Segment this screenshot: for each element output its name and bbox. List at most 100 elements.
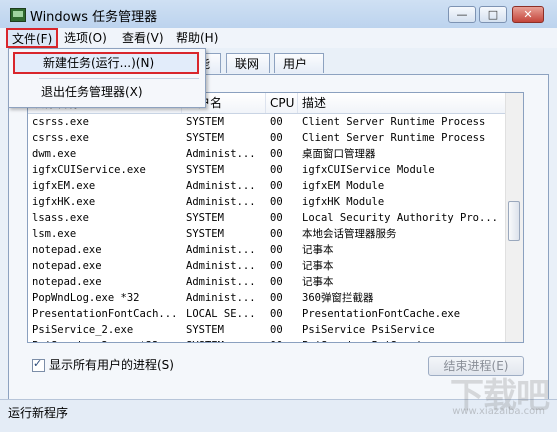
table-row[interactable]: igfxHK.exe Administ... 00 igfxHK Module xyxy=(28,194,506,210)
table-row[interactable]: dwm.exe Administ... 00 桌面窗口管理器 xyxy=(28,146,506,162)
menu-item-new-task[interactable]: 新建任务(运行...)(N) xyxy=(13,52,199,74)
cell-user-name: SYSTEM xyxy=(186,228,224,240)
cell-image-name: PresentationFontCach... xyxy=(32,308,178,320)
cell-cpu: 00 xyxy=(270,292,283,304)
menu-file[interactable]: 文件(F) xyxy=(6,28,59,48)
show-all-users-checkbox[interactable] xyxy=(32,357,45,372)
cell-description: 桌面窗口管理器 xyxy=(302,148,376,160)
cell-image-name: csrss.exe xyxy=(32,116,89,128)
cell-image-name: PsiService_2.exe *32 xyxy=(28,338,178,342)
cell-user-name: Administ... xyxy=(186,276,256,288)
cell-cpu: 00 xyxy=(270,148,283,160)
cell-image-name: notepad.exe xyxy=(32,260,102,272)
cell-user-name: SYSTEM xyxy=(186,164,224,176)
menu-bar: 文件(F) 选项(O) 查看(V) 帮助(H) xyxy=(0,28,557,48)
cell-image-name: lsass.exe xyxy=(32,212,89,224)
watermark-url: www.xiazaiba.com xyxy=(452,406,545,417)
close-button[interactable]: ✕ xyxy=(512,6,544,23)
cell-image-name: csrss.exe xyxy=(32,132,89,144)
cell-user-name: Administ... xyxy=(186,180,256,192)
table-row[interactable]: lsass.exe SYSTEM 00 Local Security Authorit… xyxy=(28,210,506,226)
table-row[interactable]: PsiService_2.exe *32 SYSTEM00PsiService P… xyxy=(28,338,506,342)
cell-cpu: 00 xyxy=(270,244,283,256)
cell-image-name: notepad.exe xyxy=(32,244,102,256)
menu-view[interactable]: 查看(V) xyxy=(118,30,168,46)
task-manager-icon xyxy=(10,8,26,22)
cell-user-name: Administ... xyxy=(186,244,256,256)
cell-image-name: dwm.exe xyxy=(32,148,77,160)
cell-user-name: SYSTEM xyxy=(182,338,266,342)
cell-cpu: 00 xyxy=(270,116,283,128)
table-row[interactable]: igfxEM.exe Administ... 00 igfxEM Module xyxy=(28,178,506,194)
cell-image-name: igfxEM.exe xyxy=(32,180,96,192)
show-all-users-label: 显示所有用户的进程(S) xyxy=(49,358,174,372)
cell-image-name: notepad.exe xyxy=(32,276,102,288)
cell-cpu: 00 xyxy=(270,196,283,208)
cell-image-name: igfxCUIService.exe xyxy=(32,164,146,176)
cell-description: PsiService PsiService xyxy=(302,324,435,336)
minimize-button[interactable]: — xyxy=(448,6,476,23)
cell-description: igfxHK Module xyxy=(302,196,385,208)
table-row[interactable]: igfxCUIService.exe SYSTEM 00 igfxCUIService… xyxy=(28,162,506,178)
cell-user-name: Administ... xyxy=(186,292,256,304)
header-cpu[interactable]: CPU xyxy=(266,93,298,113)
cell-description: PsiService PsiService xyxy=(298,338,504,342)
file-menu-dropdown: 新建任务(运行...)(N) 退出任务管理器(X) xyxy=(8,48,206,108)
table-row[interactable]: PopWndLog.exe *32 Administ... 00 360弹窗拦截器 xyxy=(28,290,506,306)
table-row[interactable]: PsiService_2.exe SYSTEM 00 PsiService PsiSe… xyxy=(28,322,506,338)
menu-separator xyxy=(39,78,199,79)
cell-description: igfxEM Module xyxy=(302,180,385,192)
cell-user-name: SYSTEM xyxy=(186,132,224,144)
cell-image-name: PopWndLog.exe *32 xyxy=(32,292,140,304)
cell-cpu: 00 xyxy=(270,308,283,320)
cell-user-name: SYSTEM xyxy=(186,116,224,128)
maximize-button[interactable]: □ xyxy=(479,6,507,23)
tab-users[interactable]: 用户 xyxy=(274,53,324,73)
cell-description: PresentationFontCache.exe xyxy=(302,308,461,320)
cell-cpu: 00 xyxy=(270,164,283,176)
cell-user-name: Administ... xyxy=(186,196,256,208)
status-bar: 运行新程序 下载吧 www.xiazaiba.com xyxy=(0,376,557,432)
cell-cpu: 00 xyxy=(270,180,283,192)
title-bar: Windows 任务管理器 — □ ✕ xyxy=(0,0,557,28)
cell-cpu: 00 xyxy=(270,324,283,336)
cell-description: 记事本 xyxy=(302,260,334,272)
cell-description: 记事本 xyxy=(302,276,334,288)
tab-networking[interactable]: 联网 xyxy=(226,53,270,73)
cell-user-name: Administ... xyxy=(186,148,256,160)
cell-description: Local Security Authority Pro... xyxy=(302,212,498,224)
table-row[interactable]: csrss.exe SYSTEM 00 Client Server Runtime P… xyxy=(28,114,506,130)
cell-description: Client Server Runtime Process xyxy=(302,132,486,144)
cell-cpu: 00 xyxy=(270,228,283,240)
menu-help[interactable]: 帮助(H) xyxy=(172,30,222,46)
cell-cpu: 00 xyxy=(270,260,283,272)
table-row[interactable]: PresentationFontCach... LOCAL SE... 00 Pres… xyxy=(28,306,506,322)
menu-item-exit[interactable]: 退出任务管理器(X) xyxy=(13,81,199,103)
process-list[interactable]: 映像名称 用户名 CPU 描述 csrss.exeSYSTEM00Client … xyxy=(27,92,524,343)
cell-image-name: igfxHK.exe xyxy=(32,196,96,208)
cell-user-name: SYSTEM xyxy=(186,324,224,336)
table-row[interactable]: notepad.exe Administ... 00 记事本 xyxy=(28,258,506,274)
cell-cpu: 00 xyxy=(270,212,283,224)
status-text: 运行新程序 xyxy=(8,406,69,420)
menu-options[interactable]: 选项(O) xyxy=(60,30,111,46)
cell-user-name: LOCAL SE... xyxy=(186,308,256,320)
cell-image-name: PsiService_2.exe xyxy=(32,324,134,336)
cell-image-name: lsm.exe xyxy=(32,228,77,240)
table-row[interactable]: notepad.exe Administ... 00 记事本 xyxy=(28,274,506,290)
cell-cpu: 00 xyxy=(266,338,298,342)
window-title: Windows 任务管理器 xyxy=(30,10,158,25)
cell-description: 本地会话管理器服务 xyxy=(302,228,397,240)
vertical-scrollbar[interactable] xyxy=(505,93,523,342)
cell-cpu: 00 xyxy=(270,132,283,144)
cell-description: igfxCUIService Module xyxy=(302,164,435,176)
cell-description: 记事本 xyxy=(302,244,334,256)
table-row[interactable]: csrss.exe SYSTEM 00 Client Server Runtime P… xyxy=(28,130,506,146)
show-all-users-option[interactable]: 显示所有用户的进程(S) xyxy=(32,356,174,373)
table-row[interactable]: lsm.exe SYSTEM 00 本地会话管理器服务 xyxy=(28,226,506,242)
table-row[interactable]: notepad.exe Administ... 00 记事本 xyxy=(28,242,506,258)
scrollbar-thumb[interactable] xyxy=(508,201,520,241)
cell-cpu: 00 xyxy=(270,276,283,288)
header-description[interactable]: 描述 xyxy=(298,93,506,113)
cell-user-name: SYSTEM xyxy=(186,212,224,224)
